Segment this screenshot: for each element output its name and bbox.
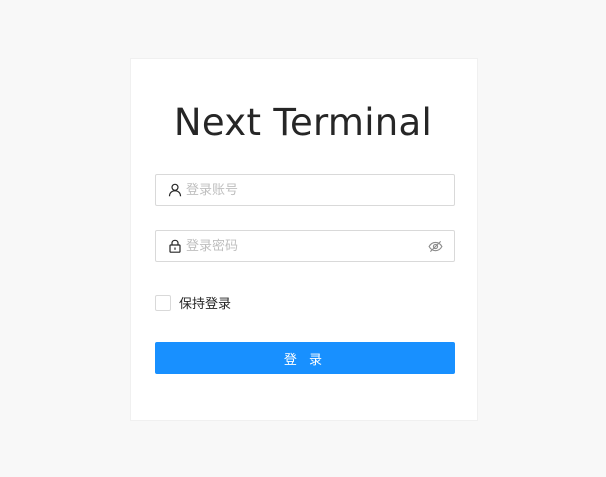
password-input[interactable] <box>186 232 427 260</box>
username-input[interactable] <box>186 176 454 204</box>
app-title: Next Terminal <box>173 101 433 144</box>
password-field[interactable] <box>155 230 455 262</box>
eye-invisible-icon[interactable] <box>427 238 443 254</box>
remember-checkbox[interactable] <box>155 294 171 311</box>
username-field[interactable] <box>155 174 455 206</box>
login-button[interactable]: 登 录 <box>155 342 455 374</box>
remember-login[interactable]: 保持登录 <box>155 293 231 312</box>
user-icon <box>168 183 182 197</box>
lock-icon <box>168 239 182 253</box>
remember-label: 保持登录 <box>179 297 232 312</box>
